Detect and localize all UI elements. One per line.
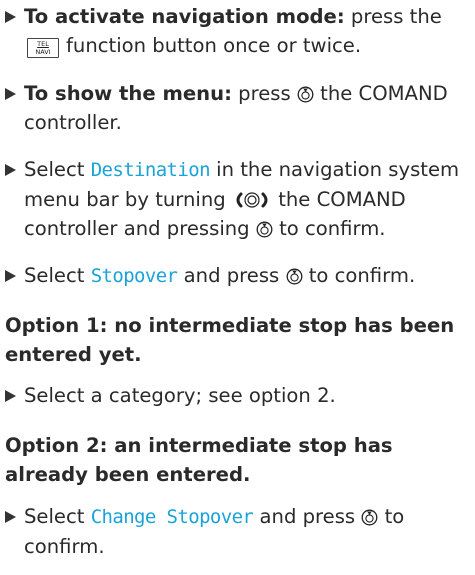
step-text: function button once or twice.	[66, 34, 362, 57]
step-bullet-icon	[5, 270, 16, 282]
step-select-destination: Select Destination in the navigation sys…	[5, 155, 471, 243]
step-bullet-icon	[5, 88, 16, 100]
press-controller-icon	[286, 268, 302, 285]
tel-navi-key-icon: TEL NAVI	[27, 38, 59, 58]
option-2-heading: Option 2: an intermediate stop has alrea…	[5, 434, 393, 486]
step-text: Select a category; see option 2.	[24, 384, 336, 407]
display-text-destination: Destination	[90, 159, 211, 181]
step-bullet-icon	[5, 390, 16, 402]
display-text-change-stopover: Change Stopover	[90, 506, 254, 528]
step-text: press the	[350, 5, 442, 28]
step-text: and press	[183, 264, 280, 287]
step-bullet-icon	[5, 11, 16, 23]
step-activate-navigation: To activate navigation mode: press the TE…	[5, 2, 471, 60]
step-text: press	[238, 82, 291, 105]
step-bullet-icon	[5, 511, 16, 523]
step-select-category: Select a category; see option 2.	[5, 381, 471, 410]
press-controller-icon	[297, 86, 314, 103]
option-1-heading: Option 1: no intermediate stop has been …	[5, 314, 455, 366]
step-text: to confirm.	[279, 217, 386, 240]
step-text: Select	[24, 505, 85, 528]
step-bullet-icon	[5, 164, 16, 176]
manual-page: To activate navigation mode: press the TE…	[0, 0, 475, 575]
step-change-stopover: Select Change Stopover and press to conf…	[5, 502, 471, 561]
press-controller-icon	[361, 509, 378, 526]
step-text: Select	[24, 158, 85, 181]
step-text: to confirm.	[308, 264, 416, 287]
step-text: and press	[259, 505, 356, 528]
step-lead: To activate navigation mode:	[24, 5, 345, 28]
press-controller-icon	[256, 221, 273, 238]
step-show-menu: To show the menu: press the COMAND contr…	[5, 79, 471, 137]
display-text-stopover: Stopover	[90, 265, 178, 287]
turn-controller-icon	[236, 192, 268, 208]
step-text: Select	[24, 264, 85, 287]
step-lead: To show the menu:	[24, 82, 232, 105]
step-select-stopover: Select Stopover and press to confirm.	[5, 261, 471, 291]
